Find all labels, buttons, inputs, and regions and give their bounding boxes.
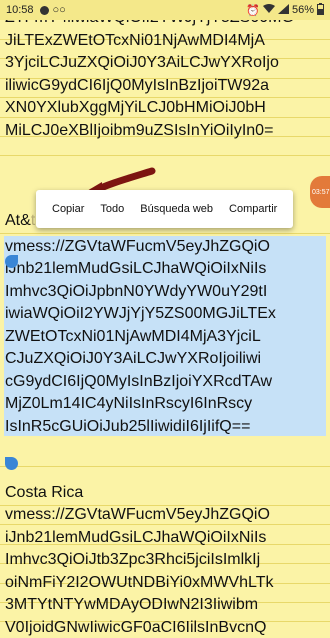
text-line: Imhvc3QiOiJtb3Zpc3Rhci5jciIsImlkIj bbox=[5, 551, 261, 568]
clock: 10:58 bbox=[6, 4, 34, 16]
text-line: V0IjoidGNwIiwicGF0aCI6IilsInBvcnQ bbox=[5, 619, 267, 636]
note-editor[interactable]: ZTFmY4iiwiaWQiOiI2YWJjYjY5ZS00MG JiLTExZ… bbox=[0, 0, 330, 638]
floating-chat-bubble[interactable]: 03:57 bbox=[310, 176, 330, 208]
selected-line: iJnb21lemMudGsiLCJhaWQiOiIxNiIs bbox=[5, 260, 267, 277]
text-line: oiNmFiY2I2OWUtNDBiYi0xMWVhLTk bbox=[5, 574, 274, 591]
signal-icon bbox=[277, 3, 289, 17]
wifi-icon bbox=[262, 3, 275, 17]
select-all-menu-item[interactable]: Todo bbox=[92, 203, 132, 215]
ruled-line bbox=[0, 466, 330, 467]
text-line: JiLTExZWEtOTcxNi01NjAwMDI4MjA bbox=[5, 32, 265, 49]
selected-line: vmess://ZGVtaWFucmV5eyJhZGQiO bbox=[5, 238, 270, 255]
text-selection-context-menu: Copiar Todo Búsqueda web Compartir bbox=[36, 190, 294, 228]
battery-icon bbox=[317, 2, 324, 18]
text-line: XN0YXlubXggMjYiLCJ0bHMiOiJ0bH bbox=[5, 99, 266, 116]
section-title-visible: At& bbox=[5, 212, 31, 229]
text-line: iJnb21lemMudGsiLCJhaWQiOiIxNiIs bbox=[5, 529, 267, 546]
web-search-menu-item[interactable]: Búsqueda web bbox=[132, 203, 221, 215]
alarm-icon: ⏰ bbox=[246, 4, 260, 17]
text-line: vmess://ZGVtaWFucmV5eyJhZGQiO bbox=[5, 506, 270, 523]
copy-menu-item[interactable]: Copiar bbox=[44, 203, 92, 215]
section-title: Costa Rica bbox=[5, 484, 84, 501]
share-menu-item[interactable]: Compartir bbox=[221, 203, 285, 215]
selection-start-handle[interactable] bbox=[5, 255, 18, 268]
selected-line: cG9ydCI6IjQ0MyIsInBzIjoiYXRcdTAw bbox=[5, 373, 273, 390]
selected-line: ZWEtOTcxNi01NjAwMDI4MjA3YjciL bbox=[5, 328, 261, 345]
battery-percent: 56% bbox=[291, 4, 314, 16]
ruled-line bbox=[0, 233, 330, 234]
selected-line: MjZ0Lm14IC4yNiIsInRscyI6InRscy bbox=[5, 395, 253, 412]
text-line: MiLCJ0eXBlIjoibm9uZSIsInYiOiIyIn0= bbox=[5, 122, 274, 139]
status-bar: 10:58 ○○ ⏰ 56% bbox=[0, 0, 330, 20]
selected-line: CJuZXQiOiJ0Y3AiLCJwYXRoIjoiliwi bbox=[5, 350, 262, 367]
text-line: 3YjciLCJuZXQiOiJ0Y3AiLCJwYXRoIjo bbox=[5, 54, 279, 71]
selected-line: IsInR5cGUiOiJub25lIiwidiI6IjIifQ== bbox=[5, 418, 251, 435]
selected-line: Imhvc3QiOiJpbnN0YWdyYW0uY29tI bbox=[5, 283, 268, 300]
selected-line: iwiaWQiOiI2YWJjYjY5ZS00MGJiLTEx bbox=[5, 305, 276, 322]
notification-icon bbox=[39, 5, 49, 15]
text-line: 3MTYtNTYwMDAyODIwN2I3Iiwibm bbox=[5, 596, 259, 613]
text-line: iliwicG9ydCI6IjQ0MyIsInBzIjoiTW92a bbox=[5, 77, 270, 94]
floating-bubble-label: 03:57 bbox=[312, 188, 330, 196]
ruled-line bbox=[0, 155, 330, 156]
selection-end-handle[interactable] bbox=[5, 457, 18, 470]
voicemail-icon: ○○ bbox=[52, 4, 66, 16]
